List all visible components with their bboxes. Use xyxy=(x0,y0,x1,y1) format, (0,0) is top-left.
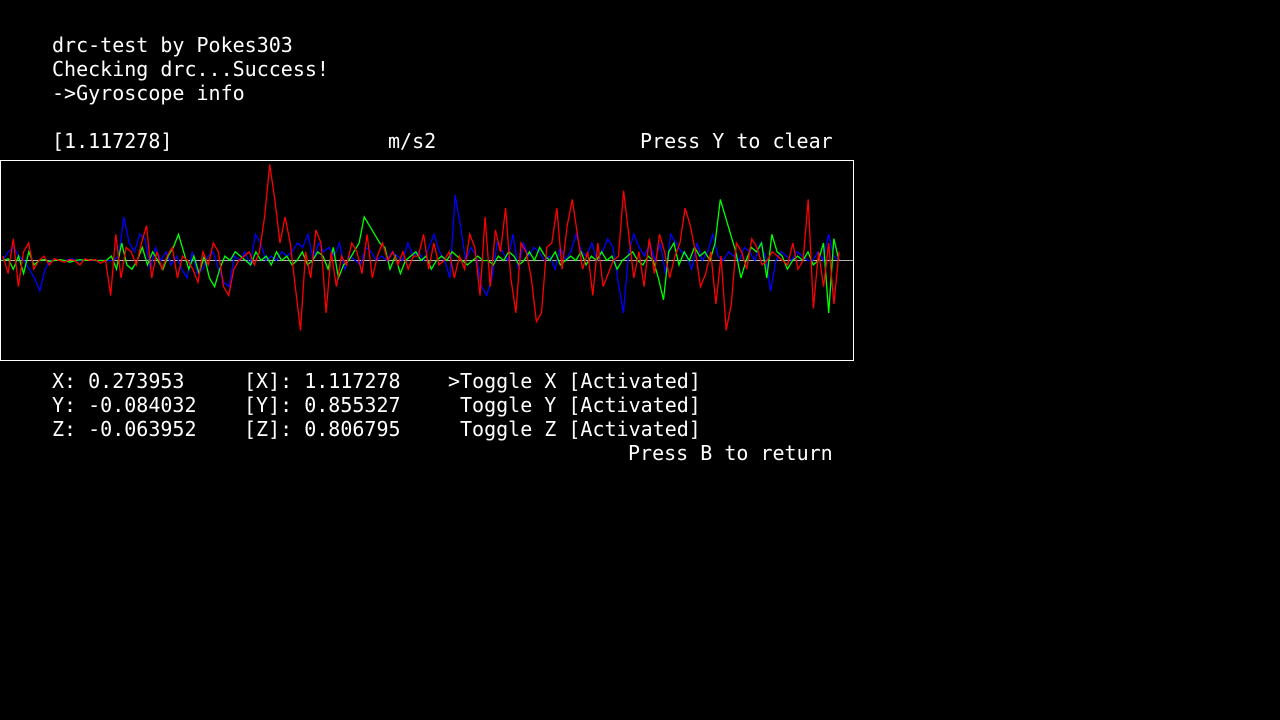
status-text: Checking drc...Success! xyxy=(52,57,329,81)
graph-canvas xyxy=(1,164,853,331)
max-z: [Z]: 0.806795 xyxy=(244,417,401,441)
return-hint: Press B to return xyxy=(628,441,833,465)
max-y: [Y]: 0.855327 xyxy=(244,393,401,417)
unit-label: m/s2 xyxy=(388,129,437,153)
max-x: [X]: 1.117278 xyxy=(244,369,401,393)
toggle-x[interactable]: >Toggle X [Activated] xyxy=(448,369,701,393)
menu-item-gyroscope[interactable]: ->Gyroscope info xyxy=(52,81,245,105)
reading-x: X: 0.273953 xyxy=(52,369,185,393)
reading-z: Z: -0.063952 xyxy=(52,417,197,441)
clear-hint: Press Y to clear xyxy=(640,129,833,153)
series-line-z xyxy=(2,194,840,314)
gyroscope-graph xyxy=(0,160,854,361)
toggle-y[interactable]: Toggle Y [Activated] xyxy=(460,393,701,417)
app-title: drc-test by Pokes303 xyxy=(52,33,293,57)
toggle-z[interactable]: Toggle Z [Activated] xyxy=(460,417,701,441)
scale-value: [1.117278] xyxy=(52,129,173,153)
reading-y: Y: -0.084032 xyxy=(52,393,197,417)
